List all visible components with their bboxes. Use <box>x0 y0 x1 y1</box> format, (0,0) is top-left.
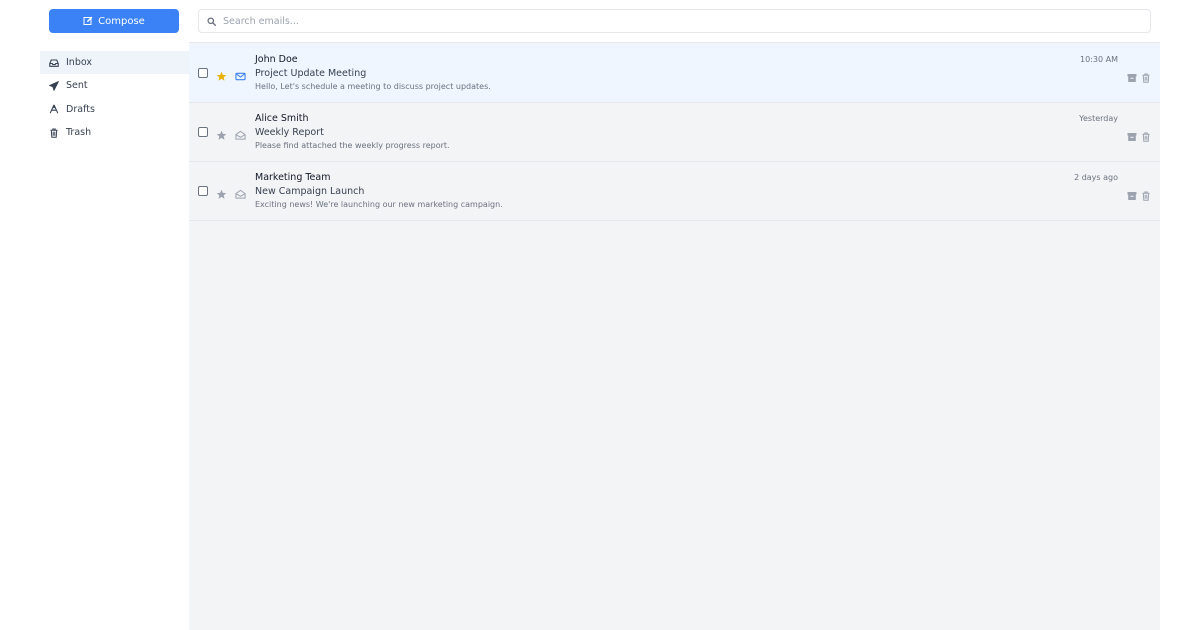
email-subject: New Campaign Launch <box>255 186 365 197</box>
email-subject: Weekly Report <box>255 127 324 138</box>
sidebar-item-label: Inbox <box>66 57 92 68</box>
email-row[interactable]: John Doe Project Update Meeting Hello, L… <box>189 44 1160 103</box>
sidebar-item-label: Trash <box>66 127 92 139</box>
main-panel: John Doe Project Update Meeting Hello, L… <box>189 0 1160 630</box>
email-time: Yesterday <box>1079 114 1118 123</box>
email-app: Compose Inbox Sent Drafts Trash Search e… <box>0 0 1200 630</box>
sidebar-item-drafts[interactable]: Drafts <box>40 98 189 121</box>
delete-icon[interactable] <box>1141 186 1151 201</box>
trash-icon <box>49 128 59 138</box>
email-time: 10:30 AM <box>1080 55 1118 64</box>
send-icon <box>49 80 59 91</box>
sidebar-item-sent[interactable]: Sent <box>40 74 189 97</box>
delete-icon[interactable] <box>1141 68 1151 83</box>
archive-icon[interactable] <box>1127 186 1137 200</box>
edit-icon <box>83 16 93 26</box>
star-icon[interactable] <box>216 185 227 199</box>
email-row[interactable]: Alice Smith Weekly Report Please find at… <box>189 103 1160 162</box>
sidebar-item-trash[interactable]: Trash <box>40 121 189 144</box>
star-icon[interactable] <box>216 126 227 140</box>
search-box[interactable] <box>198 9 1151 33</box>
search-input[interactable] <box>223 15 1123 27</box>
email-sender: Marketing Team <box>255 172 331 183</box>
email-sender: Alice Smith <box>255 113 309 124</box>
email-sender: John Doe <box>255 54 298 65</box>
sidebar: Compose Inbox Sent Drafts Trash <box>40 0 189 630</box>
envelope-unread-icon <box>235 67 246 81</box>
sidebar-item-label: Sent <box>66 80 88 92</box>
compose-button[interactable]: Compose <box>49 9 179 33</box>
select-checkbox[interactable] <box>198 68 208 78</box>
delete-icon[interactable] <box>1141 127 1151 142</box>
search-bar <box>189 0 1160 43</box>
email-list: John Doe Project Update Meeting Hello, L… <box>189 44 1160 221</box>
compose-label: Compose <box>98 15 145 27</box>
select-checkbox[interactable] <box>198 127 208 137</box>
search-icon <box>207 16 223 26</box>
archive-icon[interactable] <box>1127 127 1137 141</box>
inbox-icon <box>49 58 59 68</box>
sidebar-nav: Inbox Sent Drafts Trash <box>40 51 189 145</box>
archive-icon[interactable] <box>1127 68 1137 82</box>
sidebar-item-inbox[interactable]: Inbox <box>40 51 189 74</box>
star-icon[interactable] <box>216 67 227 81</box>
email-preview: Please find attached the weekly progress… <box>255 141 450 150</box>
envelope-open-icon <box>235 126 246 140</box>
drafts-icon <box>49 104 59 114</box>
envelope-open-icon <box>235 185 246 199</box>
sidebar-item-label: Drafts <box>66 103 95 115</box>
email-preview: Exciting news! We're launching our new m… <box>255 200 503 209</box>
select-checkbox[interactable] <box>198 186 208 196</box>
email-preview: Hello, Let's schedule a meeting to discu… <box>255 82 491 91</box>
email-row[interactable]: Marketing Team New Campaign Launch Excit… <box>189 162 1160 221</box>
email-time: 2 days ago <box>1074 173 1118 182</box>
email-subject: Project Update Meeting <box>255 68 367 79</box>
